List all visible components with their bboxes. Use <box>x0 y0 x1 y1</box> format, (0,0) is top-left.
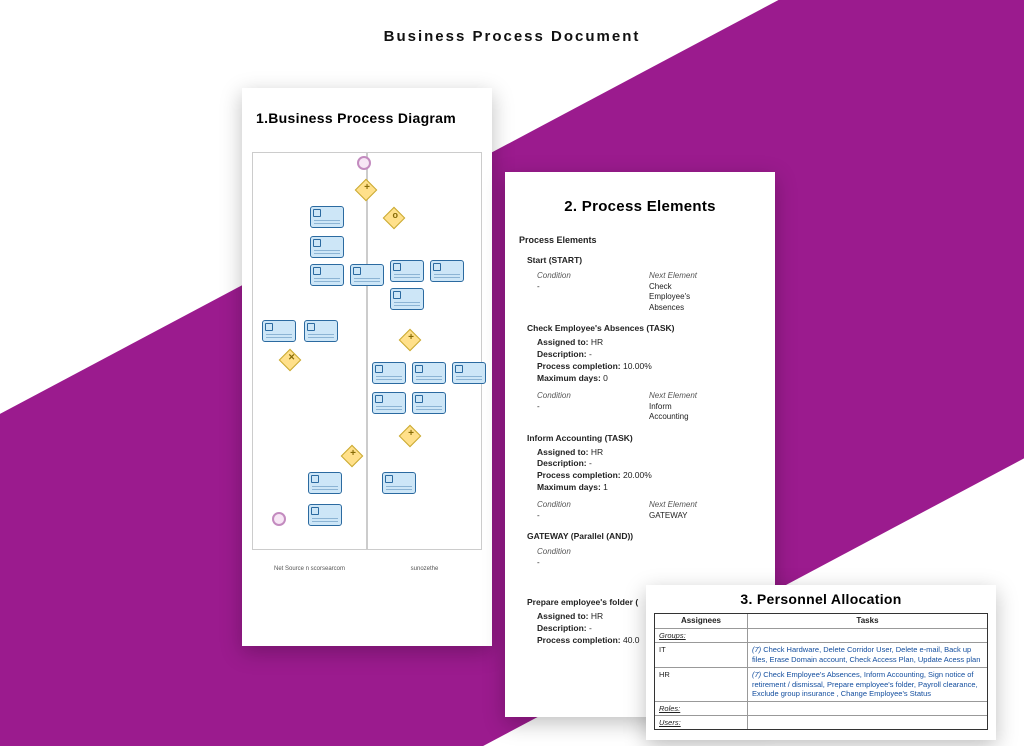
next-value: Check Employee's Absences <box>649 282 761 313</box>
panel-elements-heading: 2. Process Elements <box>505 172 775 235</box>
kv-val: 20.00% <box>621 470 652 480</box>
kv-key: Process completion: <box>537 361 621 371</box>
task-count: (7) <box>752 670 761 679</box>
condition-header: Condition <box>537 500 649 509</box>
col-assignees: Assignees <box>655 614 748 628</box>
task-icon <box>382 472 416 494</box>
panel-personnel: 3. Personnel Allocation Assignees Tasks … <box>646 585 996 740</box>
lane-a-label: Net Source n scorsearcom <box>252 566 367 572</box>
task-icon <box>310 264 344 286</box>
kv-key: Process completion: <box>537 470 621 480</box>
bpd-canvas: Net Source n scorsearcom sunozethe <box>252 152 482 572</box>
task-icon <box>390 288 424 310</box>
kv-key: Maximum days: <box>537 482 601 492</box>
kv-key: Assigned to: <box>537 611 588 621</box>
users-label: Users: <box>655 716 748 729</box>
kv-val: HR <box>588 611 603 621</box>
next-header: Next Element <box>649 500 761 509</box>
kv-key: Description: <box>537 349 587 359</box>
panel-personnel-heading: 3. Personnel Allocation <box>646 585 996 611</box>
assignee-hr: HR <box>655 668 748 701</box>
task-icon <box>304 320 338 342</box>
task-list: Check Employee's Absences, Inform Accoun… <box>752 670 978 699</box>
task-icon <box>372 392 406 414</box>
col-tasks: Tasks <box>748 614 987 628</box>
kv-val: - <box>587 623 592 633</box>
end-event-icon <box>272 512 286 526</box>
kv-val: HR <box>588 337 603 347</box>
kv-key: Process completion: <box>537 635 621 645</box>
lane-b-label: sunozethe <box>367 566 482 572</box>
panel-bpd: 1.Business Process Diagram <box>242 88 492 646</box>
kv-val: 40.0 <box>621 635 640 645</box>
element-name: Check Employee's Absences (TASK) <box>527 323 761 333</box>
condition-header: Condition <box>537 547 649 556</box>
kv-key: Assigned to: <box>537 337 588 347</box>
task-icon <box>308 504 342 526</box>
task-icon <box>412 362 446 384</box>
element-gateway: GATEWAY (Parallel (AND)) Condition - <box>527 531 761 568</box>
kv-key: Maximum days: <box>537 373 601 383</box>
task-icon <box>390 260 424 282</box>
task-icon <box>310 206 344 228</box>
task-icon <box>308 472 342 494</box>
panel-bpd-heading: 1.Business Process Diagram <box>242 88 492 144</box>
element-start: Start (START) Condition - Next Element C… <box>527 255 761 313</box>
task-icon <box>262 320 296 342</box>
process-elements-title: Process Elements <box>519 235 761 245</box>
task-icon <box>372 362 406 384</box>
element-name: Start (START) <box>527 255 761 265</box>
condition-value: - <box>537 282 649 292</box>
kv-val: HR <box>588 447 603 457</box>
task-icon <box>310 236 344 258</box>
element-name: GATEWAY (Parallel (AND)) <box>527 531 761 541</box>
tasks-hr: (7) Check Employee's Absences, Inform Ac… <box>748 668 987 701</box>
task-icon <box>412 392 446 414</box>
next-header: Next Element <box>649 391 761 400</box>
start-event-icon <box>357 156 371 170</box>
cell-empty <box>748 716 987 729</box>
kv-key: Description: <box>537 623 587 633</box>
condition-header: Condition <box>537 271 649 280</box>
kv-val: 0 <box>601 373 608 383</box>
condition-value: - <box>537 402 649 412</box>
kv-val: 10.00% <box>621 361 652 371</box>
element-check-absences: Check Employee's Absences (TASK) Assigne… <box>527 323 761 422</box>
cell-empty <box>748 702 987 715</box>
tasks-it: (7) Check Hardware, Delete Corridor User… <box>748 643 987 667</box>
next-value: GATEWAY <box>649 511 761 521</box>
task-list: Check Hardware, Delete Corridor User, De… <box>752 645 980 664</box>
groups-label: Groups: <box>655 629 748 642</box>
kv-val: - <box>587 349 592 359</box>
next-value: Inform Accounting <box>649 402 761 423</box>
roles-label: Roles: <box>655 702 748 715</box>
condition-header: Condition <box>537 391 649 400</box>
kv-val: 1 <box>601 482 608 492</box>
kv-key: Assigned to: <box>537 447 588 457</box>
condition-value: - <box>537 558 649 568</box>
personnel-table: Assignees Tasks Groups: IT (7) Check Har… <box>654 613 988 730</box>
next-header: Next Element <box>649 271 761 280</box>
kv-key: Description: <box>537 458 587 468</box>
cell-empty <box>748 629 987 642</box>
task-icon <box>452 362 486 384</box>
task-icon <box>350 264 384 286</box>
task-icon <box>430 260 464 282</box>
element-name: Inform Accounting (TASK) <box>527 433 761 443</box>
assignee-it: IT <box>655 643 748 667</box>
task-count: (7) <box>752 645 761 654</box>
page-title: Business Process Document <box>0 28 1024 45</box>
kv-val: - <box>587 458 592 468</box>
element-inform-accounting: Inform Accounting (TASK) Assigned to: HR… <box>527 433 761 522</box>
condition-value: - <box>537 511 649 521</box>
